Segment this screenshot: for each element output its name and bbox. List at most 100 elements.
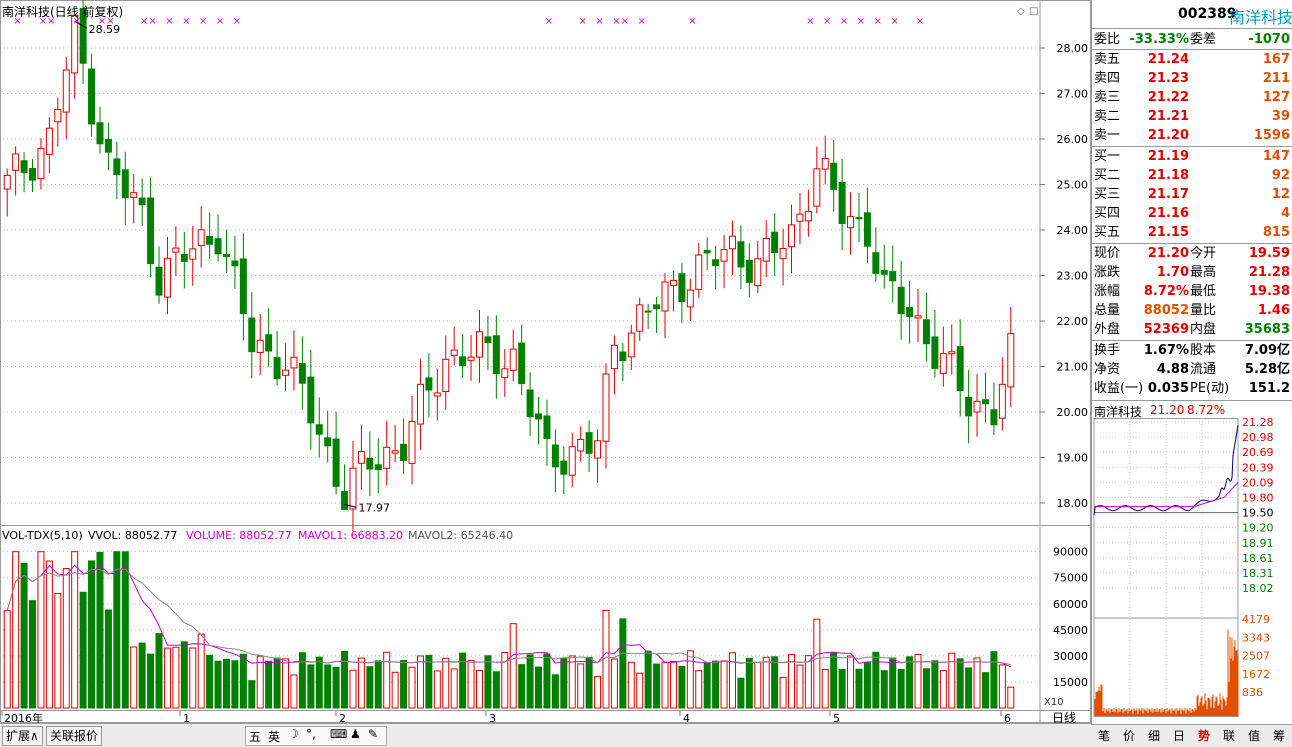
candle-down xyxy=(96,122,104,145)
candle-down xyxy=(931,336,939,369)
volume-bar xyxy=(695,670,703,709)
volume-bar xyxy=(442,657,450,709)
mini-price-label: 20.09 xyxy=(1242,476,1274,489)
date-axis-label: 6 xyxy=(1004,712,1011,723)
candle-down xyxy=(981,399,989,405)
volume-bar xyxy=(526,654,534,709)
ask-price: 21.24 xyxy=(1147,52,1189,67)
candle-down xyxy=(838,181,846,224)
price-axis-label: 27.00 xyxy=(1057,88,1089,101)
kline-chart[interactable]: 28.00 27.00 26.00 25.00 24.00 23.00 22.00 21.00… xyxy=(0,0,1091,723)
volume-unit: X10 xyxy=(1044,697,1064,708)
volume-bar xyxy=(239,653,247,709)
intraday-chart[interactable]: 21.28 20.98 20.69 20.39 20.09 19.80 19.50 19.20… xyxy=(1092,418,1292,723)
candle-up xyxy=(594,440,602,459)
mini-price-label: 20.39 xyxy=(1242,461,1274,474)
volume-bar xyxy=(543,653,551,709)
candle-down xyxy=(644,310,652,313)
fund-row: 收益(一) 0.035 PE(动) 151.2 xyxy=(1092,379,1292,398)
volume-bar xyxy=(560,657,568,709)
candle-up xyxy=(754,258,762,287)
stat-label: 最高 xyxy=(1190,265,1217,280)
candle-down xyxy=(965,396,973,417)
candle-up xyxy=(3,174,11,190)
volume-bar xyxy=(130,646,138,709)
candle-up xyxy=(509,348,517,371)
quote-tab[interactable]: 筹 xyxy=(1267,727,1291,745)
volume-bar xyxy=(433,670,441,709)
ask-volume: 1596 xyxy=(1253,128,1290,143)
volume-bar xyxy=(3,610,11,709)
ask-volume: 39 xyxy=(1271,109,1290,124)
sep-title xyxy=(1092,28,1292,29)
candle-down xyxy=(619,351,627,361)
candle-down xyxy=(551,444,559,468)
candle-down xyxy=(425,377,433,391)
bottom-bar: 扩展∧ 关联报价 xyxy=(0,723,1091,747)
quote-tab[interactable]: 笔 xyxy=(1092,727,1116,745)
quote-tab[interactable]: 价 xyxy=(1117,727,1141,745)
tab-expand[interactable]: 扩展∧ xyxy=(2,726,43,746)
square-icon: □ xyxy=(1029,6,1038,17)
volume-bar xyxy=(509,623,517,709)
volume-bar xyxy=(906,656,914,709)
wrench-icon[interactable]: ✎ xyxy=(368,727,378,741)
mini-price-label: 19.50 xyxy=(1242,507,1274,520)
candle-up xyxy=(973,400,981,413)
candle-down xyxy=(248,317,256,353)
moon-icon[interactable]: ☽ xyxy=(288,727,299,741)
candle-up xyxy=(383,446,391,469)
fund-row: 换手 1.67% 股本 7.09亿 xyxy=(1092,341,1292,360)
volume-bar xyxy=(45,560,53,709)
stat-label: 外盘 xyxy=(1094,322,1121,337)
candle-up xyxy=(12,153,20,171)
ask-volume: 211 xyxy=(1262,71,1290,86)
ask-price: 21.20 xyxy=(1147,128,1189,143)
ime-wubi[interactable]: 五 xyxy=(249,728,261,745)
punct-icon[interactable]: °, xyxy=(306,727,316,741)
candle-down xyxy=(29,167,37,181)
quote-tab[interactable]: 势 xyxy=(1192,727,1216,745)
candle-down xyxy=(535,413,543,420)
quote-tab[interactable]: 联 xyxy=(1217,727,1241,745)
quote-tab[interactable]: 值 xyxy=(1242,727,1266,745)
volume-axis-label: 90000 xyxy=(1053,546,1088,559)
volume-bar xyxy=(897,668,905,709)
candle-down xyxy=(703,249,711,254)
mini-price-label: 19.80 xyxy=(1242,492,1274,505)
candle-up xyxy=(847,215,855,229)
stock-name: 南洋科技 xyxy=(1229,8,1292,27)
volume-bar xyxy=(214,660,222,709)
candle-down xyxy=(147,197,155,265)
price-axis-label: 21.00 xyxy=(1057,361,1089,374)
stat-value: 21.28 xyxy=(1248,265,1290,280)
candle-up xyxy=(686,289,694,308)
volume-bar xyxy=(830,651,838,709)
quote-tab[interactable]: 细 xyxy=(1142,727,1166,745)
stat-row: 总量 88052 量比 1.46 xyxy=(1092,301,1292,320)
candle-up xyxy=(779,248,787,260)
ime-english[interactable]: 英 xyxy=(268,728,280,745)
volume-bar xyxy=(956,658,964,709)
keyboard-icon[interactable]: ⌨ xyxy=(330,727,347,741)
user-icon[interactable]: ♟ xyxy=(350,727,361,741)
ime-toolbar[interactable]: 五 英 ☽ °, ⌨ ♟ ✎ xyxy=(245,726,387,746)
date-axis-label: 1 xyxy=(183,712,190,723)
signal-marker: × xyxy=(638,16,646,27)
candle-up xyxy=(669,279,677,286)
fund-label: PE(动) xyxy=(1190,381,1230,396)
tab-related-quote[interactable]: 关联报价 xyxy=(46,726,103,746)
volume-bar xyxy=(366,666,374,709)
volume-bar xyxy=(450,668,458,709)
signal-marker: × xyxy=(840,16,848,27)
stat-row: 涨幅 8.72% 最低 19.38 xyxy=(1092,282,1292,301)
volume-bar xyxy=(1007,686,1015,709)
candle-up xyxy=(172,247,180,253)
candle-down xyxy=(400,443,408,461)
candle-up xyxy=(475,331,483,358)
volume-bar xyxy=(189,647,197,709)
volume-bar xyxy=(12,551,20,709)
quote-tab[interactable]: 日 xyxy=(1167,727,1191,745)
price-axis-label: 24.00 xyxy=(1057,224,1089,237)
stat-value: 1.70 xyxy=(1156,265,1189,280)
